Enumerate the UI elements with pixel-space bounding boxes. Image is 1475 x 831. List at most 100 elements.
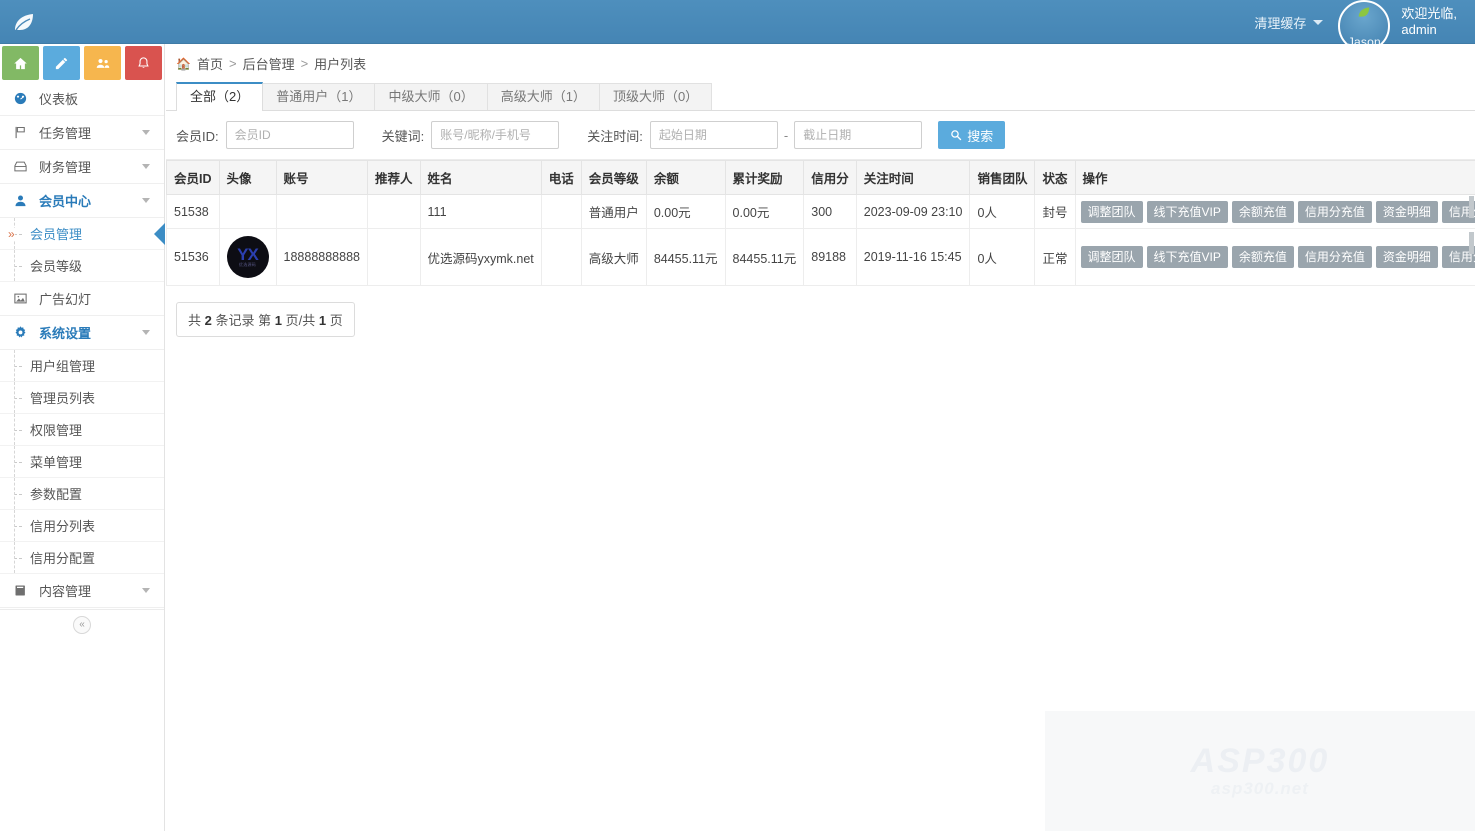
collapse-sidebar-button[interactable]: « [73,616,91,634]
book-icon [13,583,33,598]
column-sales-team: 销售团队 [970,161,1035,195]
credit-recharge-button[interactable]: 信用分充值 [1298,201,1372,223]
column-level: 会员等级 [581,161,646,195]
sidebar-subitem-permission[interactable]: 权限管理 [0,414,164,446]
offline-vip-recharge-button[interactable]: 线下充值VIP [1147,201,1228,223]
breadcrumb-item-home[interactable]: 首页 [197,54,223,73]
scrollbar-thumb[interactable] [1469,196,1474,218]
offline-vip-recharge-button[interactable]: 线下充值VIP [1147,246,1228,268]
pagination: 共 2 条记录 第 1 页/共 1 页 [166,286,1475,353]
avatar-logo-text: YX [237,247,258,262]
fund-detail-button[interactable]: 资金明细 [1376,201,1438,223]
column-member-id: 会员ID [167,161,220,195]
adjust-team-button[interactable]: 调整团队 [1081,246,1143,268]
sidebar-subitem-member-level[interactable]: 会员等级 [0,250,164,282]
leaf-logo-icon [12,10,36,34]
quick-action-edit[interactable] [43,46,80,80]
user-table: 会员ID 头像 账号 推荐人 姓名 电话 会员等级 余额 累计奖励 信用分 关注… [166,160,1475,286]
fund-detail-button[interactable]: 资金明细 [1376,246,1438,268]
home-icon [13,56,28,71]
tab-top-master[interactable]: 顶级大师（0） [599,83,712,110]
sidebar-subitem-admin-list[interactable]: 管理员列表 [0,382,164,414]
cell-reward: 0.00元 [725,195,804,229]
sidebar-item-content-management[interactable]: 内容管理 [0,574,164,608]
cell-phone [541,195,581,229]
cell-sales-team[interactable]: 0人 [970,229,1035,286]
image-icon [13,291,33,306]
sidebar-item-label: 系统设置 [33,323,142,342]
table-header: 会员ID 头像 账号 推荐人 姓名 电话 会员等级 余额 累计奖励 信用分 关注… [167,161,1475,195]
sidebar-item-finance-management[interactable]: 财务管理 [0,150,164,184]
tab-bar: 全部（2） 普通用户（1） 中级大师（0） 高级大师（1） 顶级大师（0） [166,82,1475,111]
adjust-team-button[interactable]: 调整团队 [1081,201,1143,223]
breadcrumb-separator: > [301,56,309,71]
date-end-input[interactable] [794,121,922,149]
quick-action-users[interactable] [84,46,121,80]
cell-member-id: 51538 [167,195,220,229]
cell-operations: 调整团队 线下充值VIP 余额充值 信用分充值 资金明细 信用分明细 详细信息 [1075,195,1475,229]
app-logo[interactable] [0,0,48,44]
column-follow-time: 关注时间 [856,161,970,195]
column-reward: 累计奖励 [725,161,804,195]
balance-recharge-button[interactable]: 余额充值 [1232,246,1294,268]
scrollbar-thumb[interactable] [1469,232,1474,254]
column-account: 账号 [276,161,367,195]
keyword-input[interactable] [431,121,559,149]
chevron-down-icon [142,588,150,593]
sidebar-item-label: 会员中心 [33,191,142,210]
sidebar-subitem-label: 信用分配置 [30,548,95,567]
column-avatar: 头像 [219,161,276,195]
sidebar-item-dashboard[interactable]: 仪表板 [0,82,164,116]
tab-senior-master[interactable]: 高级大师（1） [487,83,600,110]
welcome-text: 欢迎光临, admin [1393,6,1475,38]
pager-current-page: 1 [275,313,282,328]
bell-icon [136,56,151,71]
breadcrumb-item-admin[interactable]: 后台管理 [243,54,295,73]
sidebar-subitem-label: 会员管理 [30,224,82,243]
sidebar-subitem-member-manage[interactable]: » 会员管理 [0,218,164,250]
sidebar-subitem-credit-config[interactable]: 信用分配置 [0,542,164,574]
sidebar-subitem-label: 参数配置 [30,484,82,503]
gear-icon [13,325,33,340]
clear-cache-button[interactable]: 清理缓存 [1242,0,1335,44]
member-id-input[interactable] [226,121,354,149]
pagination-summary: 共 2 条记录 第 1 页/共 1 页 [176,302,355,337]
tab-all[interactable]: 全部（2） [176,82,263,111]
site-watermark: ASP300 asp300.net [1045,711,1475,831]
column-operations: 操作 [1075,161,1475,195]
tab-normal-user[interactable]: 普通用户（1） [262,83,375,110]
chevron-down-icon [142,130,150,135]
quick-action-home[interactable] [2,46,39,80]
table-row[interactable]: 51538 111 普通用户 0.00元 0.00元 300 2023-09-0… [167,195,1475,229]
quick-action-alerts[interactable] [125,46,162,80]
watermark-line-2: asp300.net [1211,779,1309,799]
sidebar-item-label: 仪表板 [33,89,150,108]
search-button[interactable]: 搜索 [938,121,1005,149]
breadcrumb: 🏠 首页 > 后台管理 > 用户列表 [166,44,1475,82]
cell-credit: 89188 [804,229,857,286]
pencil-icon [54,56,69,71]
tab-intermediate-master[interactable]: 中级大师（0） [374,83,487,110]
sidebar-item-task-management[interactable]: 任务管理 [0,116,164,150]
sidebar-subitem-user-group[interactable]: 用户组管理 [0,350,164,382]
operation-buttons: 调整团队 线下充值VIP 余额充值 信用分充值 资金明细 信用分明细 详细信息 [1081,246,1475,268]
cell-level: 普通用户 [581,195,646,229]
sidebar: 仪表板 任务管理 财务管理 [0,44,165,831]
sidebar-subitem-credit-list[interactable]: 信用分列表 [0,510,164,542]
scrollbar-track[interactable] [1469,44,1475,831]
avatar[interactable]: Jason [1335,0,1393,44]
balance-recharge-button[interactable]: 余额充值 [1232,201,1294,223]
cell-sales-team[interactable]: 0人 [970,195,1035,229]
sidebar-item-system-settings[interactable]: 系统设置 [0,316,164,350]
sidebar-subitem-label: 会员等级 [30,256,82,275]
sidebar-subitem-param-config[interactable]: 参数配置 [0,478,164,510]
table-row[interactable]: 51536 YX 优选源码 18888888888 优选源码yxymk.net … [167,229,1475,286]
sidebar-item-member-center[interactable]: 会员中心 [0,184,164,218]
credit-recharge-button[interactable]: 信用分充值 [1298,246,1372,268]
sidebar-subitem-menu-manage[interactable]: 菜单管理 [0,446,164,478]
sidebar-item-ad-slider[interactable]: 广告幻灯 [0,282,164,316]
cell-follow-time: 2023-09-09 23:10 [856,195,970,229]
date-start-input[interactable] [650,121,778,149]
user-avatar-image: YX 优选源码 [227,236,269,278]
cell-name: 111 [420,195,541,229]
